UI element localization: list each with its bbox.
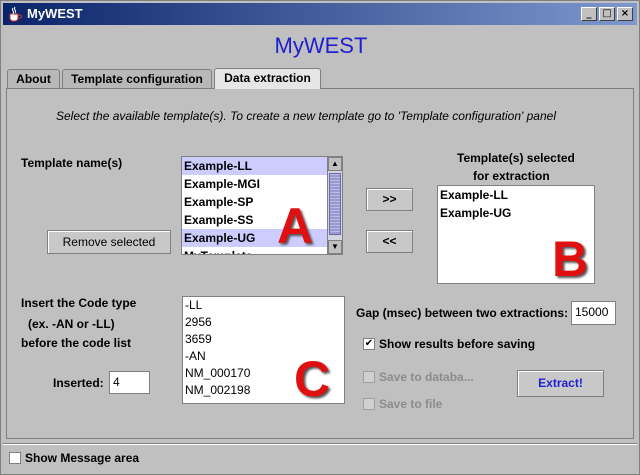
gap-label: Gap (msec) between two extractions: [356,306,569,320]
code-type-instruction-label: before the code list [21,336,132,350]
list-item[interactable]: Example-LL [182,157,342,175]
remove-template-button[interactable]: << [366,230,413,253]
annotation-b: B [552,231,589,287]
inserted-count-field[interactable]: 4 [109,371,150,394]
list-item[interactable]: Example-UG [438,204,594,222]
close-button[interactable]: × [617,7,633,21]
annotation-a: A [277,198,314,254]
list-item[interactable]: Example-MGI [182,175,342,193]
java-cup-icon [9,6,22,22]
code-line: 3659 [185,332,212,346]
annotation-c: C [294,351,331,407]
minimize-button[interactable]: _ [581,7,597,21]
selected-templates-heading: Template(s) selected [457,151,575,165]
list-item[interactable]: Example-SP [182,193,342,211]
template-list-scrollbar[interactable]: ▲ ▼ [327,157,342,254]
window-title: MyWEST [27,6,83,21]
tab-data-extraction[interactable]: Data extraction [214,68,321,89]
code-type-label: Insert the Code type [21,296,137,310]
instruction-text: Select the available template(s). To cre… [56,109,556,123]
save-to-database-checkbox[interactable] [363,371,375,383]
remove-selected-button[interactable]: Remove selected [47,230,171,254]
show-message-area-checkbox[interactable] [9,452,21,464]
save-to-file-checkbox[interactable] [363,398,375,410]
save-to-database-label[interactable]: Save to databa... [379,370,474,384]
code-type-example-label: (ex. -AN or -LL) [28,317,115,331]
show-results-checkbox[interactable]: ✔ [363,338,375,350]
code-line: 2956 [185,315,212,329]
scroll-down-icon[interactable]: ▼ [328,240,342,254]
list-item[interactable]: Example-UG [182,229,342,247]
app-heading: MyWEST [274,33,368,58]
template-names-list[interactable]: Example-LL Example-MGI Example-SP Exampl… [181,156,343,255]
tab-about[interactable]: About [7,69,60,88]
footer-divider [3,443,637,445]
list-item[interactable]: Example-LL [438,186,594,204]
main-window: MyWEST _ □ × MyWEST About Template confi… [0,0,640,475]
title-bar[interactable]: MyWEST _ □ × [3,3,637,25]
scroll-thumb[interactable] [329,173,341,235]
scroll-up-icon[interactable]: ▲ [328,157,342,171]
extract-button[interactable]: Extract! [517,370,604,397]
inserted-label: Inserted: [53,376,104,390]
list-item[interactable]: MyTemplate [182,247,342,254]
show-message-area-label[interactable]: Show Message area [25,451,139,465]
gap-msec-field[interactable]: 15000 [571,301,616,325]
tab-template-configuration[interactable]: Template configuration [62,69,212,88]
add-template-button[interactable]: >> [366,188,413,211]
list-item[interactable]: Example-SS [182,211,342,229]
code-line: -LL [185,298,203,312]
save-to-file-label[interactable]: Save to file [379,397,442,411]
show-results-label[interactable]: Show results before saving [379,337,535,351]
template-names-label: Template name(s) [21,156,123,170]
selected-templates-subheading: for extraction [473,169,550,183]
maximize-button[interactable]: □ [599,7,615,21]
